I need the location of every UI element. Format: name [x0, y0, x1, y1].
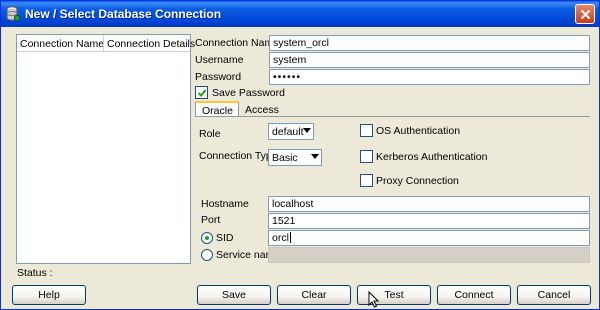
sid-label: SID	[216, 232, 234, 244]
username-label: Username	[195, 54, 244, 66]
hostname-input[interactable]: localhost	[268, 196, 590, 212]
os-authentication-label: OS Authentication	[376, 125, 461, 137]
connections-list[interactable]: Connection Name Connection Details	[16, 34, 195, 264]
kerberos-authentication-checkbox[interactable]	[360, 150, 373, 163]
proxy-connection-label: Proxy Connection	[376, 175, 459, 187]
help-button[interactable]: Help	[12, 285, 86, 305]
connection-type-select[interactable]: Basic	[268, 149, 322, 166]
password-input[interactable]: ••••••	[269, 69, 590, 85]
save-password-label: Save Password	[212, 87, 285, 99]
save-button[interactable]: Save	[197, 285, 271, 305]
role-label: Role	[199, 128, 221, 140]
list-header: Connection Name Connection Details	[17, 35, 195, 52]
port-label: Port	[201, 214, 221, 226]
tab-oracle[interactable]: Oracle	[195, 101, 239, 117]
password-label: Password	[195, 71, 242, 83]
port-input[interactable]: 1521	[268, 213, 590, 229]
service-name-radio[interactable]	[201, 249, 213, 261]
kerberos-authentication-label: Kerberos Authentication	[376, 151, 488, 163]
close-button[interactable]	[575, 4, 595, 24]
chevron-down-icon	[303, 128, 311, 133]
role-value: default	[272, 126, 304, 138]
column-connection-name[interactable]: Connection Name	[20, 38, 104, 50]
column-separator[interactable]	[103, 35, 104, 52]
sid-value: orcl	[272, 232, 289, 244]
username-input[interactable]: system	[269, 52, 590, 68]
tab-divider	[195, 116, 590, 117]
checkmark-icon	[197, 89, 207, 97]
status-label: Status :	[17, 267, 53, 279]
clear-button[interactable]: Clear	[277, 285, 351, 305]
window-title: New / Select Database Connection	[25, 7, 222, 21]
hostname-label: Hostname	[201, 198, 249, 210]
connection-name-input[interactable]: system_orcl	[269, 35, 590, 51]
database-icon	[6, 6, 20, 22]
connection-type-label: Connection Type	[199, 150, 278, 162]
proxy-connection-checkbox[interactable]	[360, 174, 373, 187]
save-password-checkbox[interactable]	[195, 86, 208, 99]
dialog-window: New / Select Database Connection Connect…	[0, 0, 600, 310]
connect-button[interactable]: Connect	[437, 285, 511, 305]
connection-name-label: Connection Name	[195, 37, 280, 49]
cancel-button[interactable]: Cancel	[517, 285, 591, 305]
os-authentication-checkbox[interactable]	[360, 124, 373, 137]
column-connection-details[interactable]: Connection Details	[107, 38, 195, 50]
tab-access[interactable]: Access	[239, 102, 285, 120]
sid-input[interactable]: orcl	[268, 230, 590, 246]
title-bar[interactable]: New / Select Database Connection	[1, 1, 599, 27]
connection-type-value: Basic	[272, 152, 298, 164]
close-icon	[580, 9, 591, 20]
mouse-cursor-icon	[368, 291, 379, 308]
chevron-down-icon	[311, 154, 319, 159]
sid-radio[interactable]	[201, 232, 213, 244]
service-name-input[interactable]	[268, 247, 590, 263]
radio-selected-dot	[205, 236, 209, 240]
text-cursor	[289, 232, 291, 243]
role-select[interactable]: default	[268, 123, 314, 140]
